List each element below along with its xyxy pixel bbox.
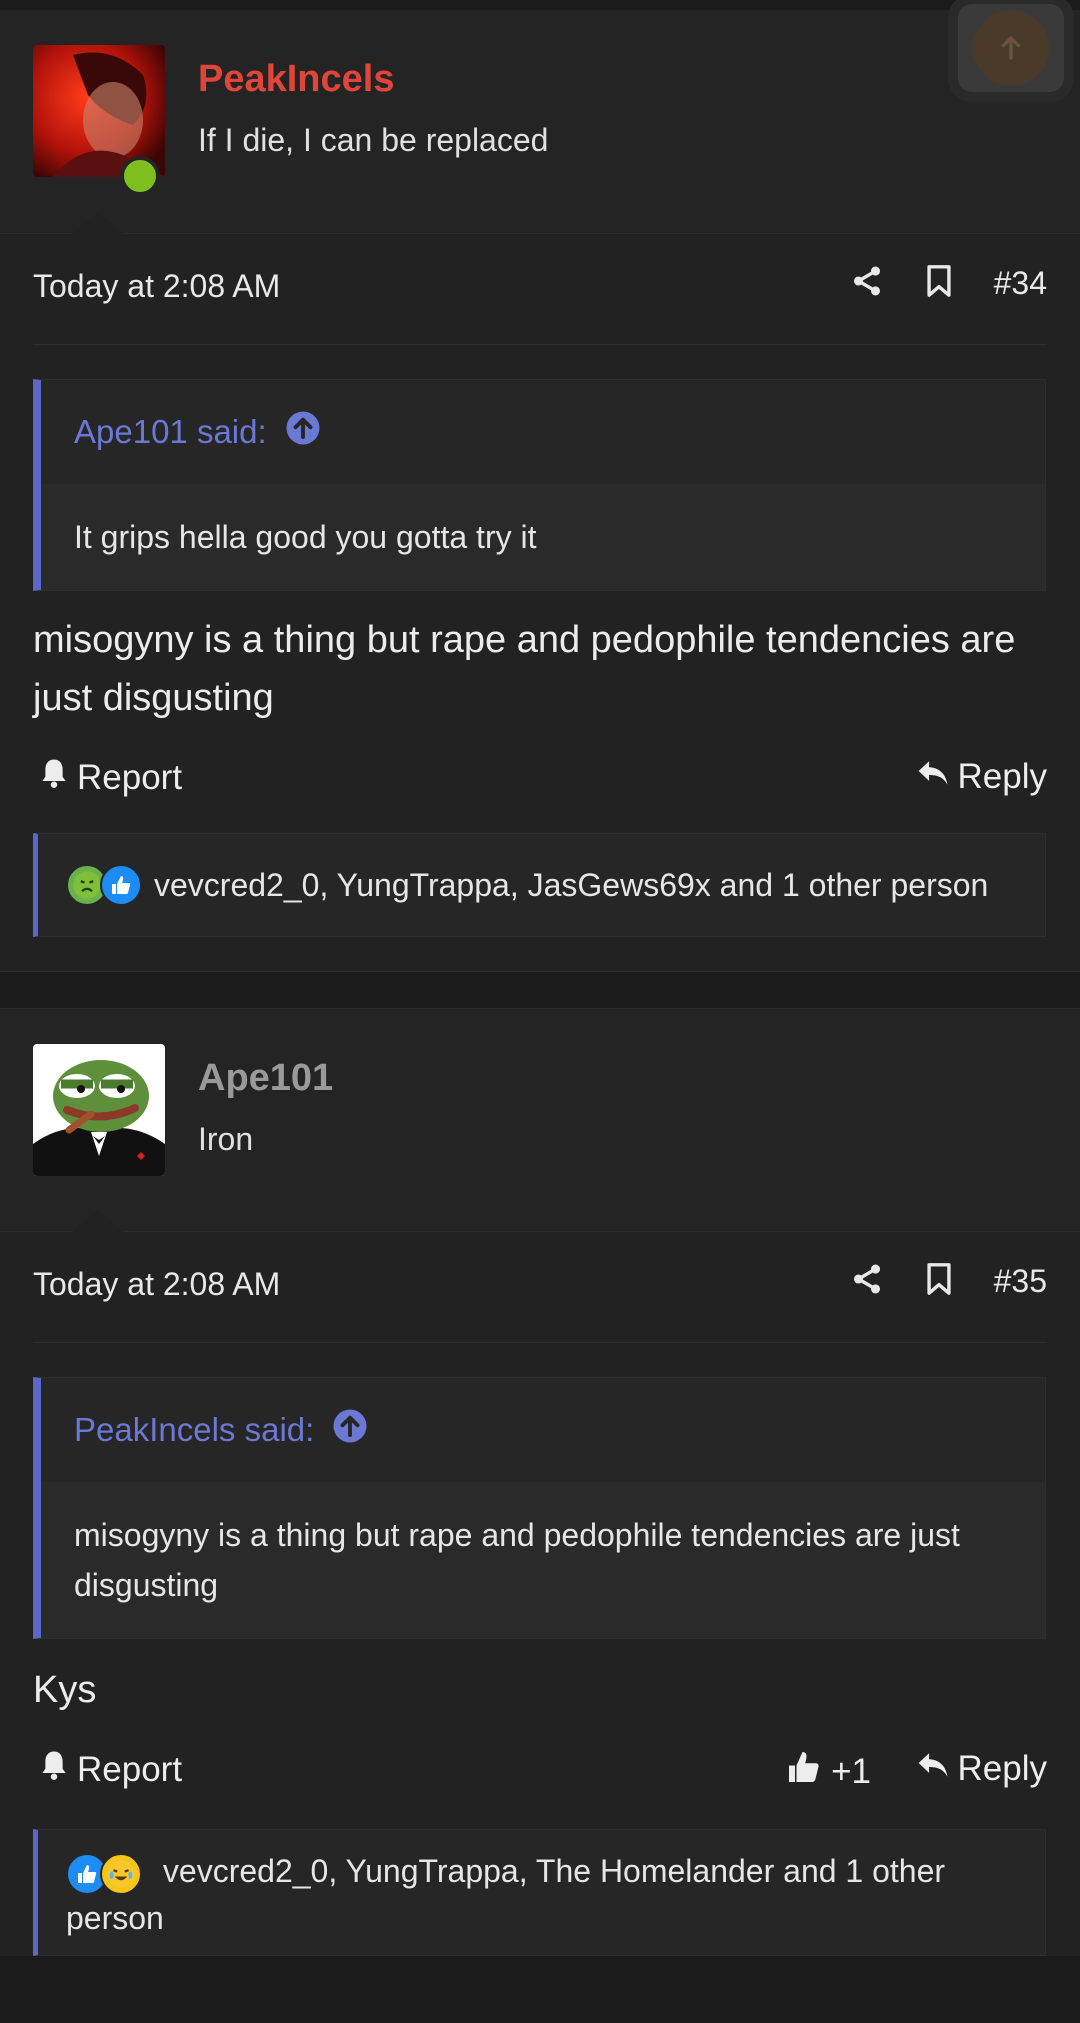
quote-text: It grips hella good you gotta try it xyxy=(41,484,1045,590)
post-date[interactable]: Today at 2:08 AM xyxy=(33,1266,280,1303)
quote-author[interactable]: Ape101 said: xyxy=(74,413,267,451)
share-icon[interactable] xyxy=(850,1262,884,1301)
post-actions: Report +1 Reply xyxy=(33,1719,1047,1829)
bell-icon xyxy=(39,1749,69,1790)
post-meta: Today at 2:08 AM #34 xyxy=(33,234,1047,345)
report-button[interactable]: Report xyxy=(39,757,182,798)
post-number[interactable]: #34 xyxy=(994,265,1047,302)
report-button[interactable]: Report xyxy=(39,1749,182,1790)
post-meta: Today at 2:08 AM #35 xyxy=(33,1232,1047,1343)
avatar[interactable] xyxy=(33,1044,165,1176)
bookmark-icon[interactable] xyxy=(924,264,954,303)
reactions-text[interactable]: vevcred2_0, YungTrappa, The Homelander a… xyxy=(66,1853,945,1936)
reactions-text[interactable]: vevcred2_0, YungTrappa, JasGews69x and 1… xyxy=(154,867,988,904)
post-actions: Report Reply xyxy=(33,727,1047,833)
post-body: misogyny is a thing but rape and pedophi… xyxy=(33,619,1016,719)
quote-text: misogyny is a thing but rape and pedophi… xyxy=(41,1482,1045,1638)
user-title: Iron xyxy=(198,1121,254,1157)
post-34: PeakIncels If I die, I can be replaced T… xyxy=(0,10,1080,971)
reactions-bar[interactable]: vevcred2_0, YungTrappa, JasGews69x and 1… xyxy=(33,833,1046,937)
reply-label: Reply xyxy=(957,757,1047,796)
like-count: +1 xyxy=(831,1751,871,1791)
post-date[interactable]: Today at 2:08 AM xyxy=(33,268,280,305)
reply-icon xyxy=(916,1749,950,1789)
reply-label: Reply xyxy=(957,1749,1047,1788)
reply-button[interactable]: Reply xyxy=(916,757,1047,797)
jump-to-quote-icon[interactable] xyxy=(285,410,321,454)
like-icon xyxy=(100,864,142,906)
quote-block: PeakIncels said: misogyny is a thing but… xyxy=(33,1377,1046,1639)
online-status-dot xyxy=(120,156,160,196)
scroll-to-top-button[interactable] xyxy=(958,4,1064,92)
reply-button[interactable]: Reply xyxy=(916,1749,1047,1789)
jump-to-quote-icon[interactable] xyxy=(332,1408,368,1452)
header-caret xyxy=(72,212,124,234)
post-35: Ape101 Iron Today at 2:08 AM #35 PeakInc… xyxy=(0,1009,1080,1956)
bell-icon xyxy=(39,757,69,798)
post-body: Kys xyxy=(33,1669,97,1711)
username[interactable]: PeakIncels xyxy=(198,58,394,101)
bookmark-icon[interactable] xyxy=(924,1262,954,1301)
report-label: Report xyxy=(77,757,183,797)
arrow-up-icon xyxy=(973,10,1049,86)
quote-block: Ape101 said: It grips hella good you got… xyxy=(33,379,1046,591)
like-button[interactable]: +1 xyxy=(785,1749,871,1794)
user-header: PeakIncels If I die, I can be replaced xyxy=(0,10,1080,234)
report-label: Report xyxy=(77,1749,183,1789)
user-title: If I die, I can be replaced xyxy=(198,122,549,158)
post-number[interactable]: #35 xyxy=(994,1263,1047,1300)
share-icon[interactable] xyxy=(850,264,884,303)
laughing-face-icon xyxy=(100,1852,142,1895)
username[interactable]: Ape101 xyxy=(198,1057,333,1100)
user-header: Ape101 Iron xyxy=(0,1009,1080,1232)
thumbs-up-icon xyxy=(785,1749,823,1794)
reply-icon xyxy=(916,757,950,797)
header-caret xyxy=(72,1210,124,1232)
quote-author[interactable]: PeakIncels said: xyxy=(74,1411,314,1449)
reactions-bar[interactable]: vevcred2_0, YungTrappa, The Homelander a… xyxy=(33,1829,1046,1956)
